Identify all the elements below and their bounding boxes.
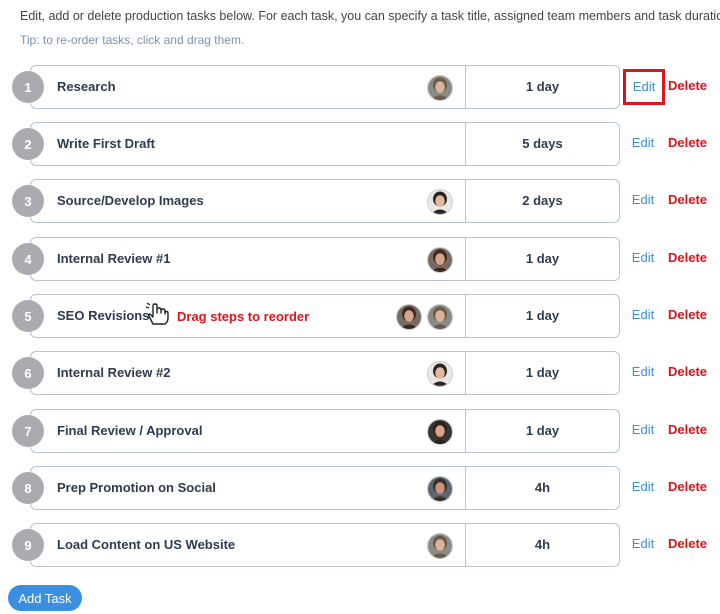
task-title: Write First Draft — [57, 136, 155, 151]
hand-pointer-icon — [145, 302, 171, 331]
task-duration: 1 day — [525, 251, 560, 266]
assignee-avatars — [427, 476, 453, 502]
task-title: Final Review / Approval — [57, 423, 203, 438]
step-number: 9 — [12, 529, 44, 561]
edit-button[interactable]: Edit — [624, 122, 662, 164]
delete-button[interactable]: Delete — [668, 65, 707, 107]
task-title: Research — [57, 79, 116, 94]
step-number: 5 — [12, 300, 44, 332]
edit-button[interactable]: Edit — [624, 179, 662, 221]
task-card[interactable]: Prep Promotion on Social 4h — [30, 466, 620, 510]
delete-button[interactable]: Delete — [668, 351, 707, 393]
assignee-avatars — [427, 533, 453, 559]
delete-button[interactable]: Delete — [668, 466, 707, 508]
task-row[interactable]: 7 Final Review / Approval 1 day Edit Del… — [12, 409, 712, 453]
avatar — [427, 476, 453, 502]
delete-button[interactable]: Delete — [668, 523, 707, 565]
task-duration: 5 days — [522, 136, 563, 151]
add-task-button[interactable]: Add Task — [8, 585, 82, 611]
tip-text: Tip: to re-order tasks, click and drag t… — [20, 33, 245, 47]
task-row[interactable]: 5 SEO Revisions 1 day Edit Delete — [12, 294, 712, 338]
assignee-avatars — [427, 189, 453, 215]
task-card[interactable]: SEO Revisions 1 day — [30, 294, 620, 338]
assignee-avatars — [396, 304, 453, 330]
edit-button[interactable]: Edit — [624, 294, 662, 336]
task-title: Load Content on US Website — [57, 537, 236, 552]
assignee-avatars — [427, 247, 453, 273]
drag-hint: Drag steps to reorder — [145, 302, 309, 331]
task-duration: 4h — [534, 480, 551, 495]
task-card[interactable]: Final Review / Approval 1 day — [30, 409, 620, 453]
assignee-avatars — [427, 361, 453, 387]
step-number: 1 — [12, 71, 44, 103]
task-duration: 1 day — [525, 365, 560, 380]
avatar — [427, 189, 453, 215]
delete-button[interactable]: Delete — [668, 179, 707, 221]
task-title: Source/Develop Images — [57, 193, 204, 208]
delete-button[interactable]: Delete — [668, 294, 707, 336]
avatar — [427, 533, 453, 559]
task-card[interactable]: Research 1 day — [30, 65, 620, 109]
task-row[interactable]: 8 Prep Promotion on Social 4h Edit Delet… — [12, 466, 712, 510]
task-title: SEO Revisions — [57, 308, 150, 323]
task-card[interactable]: Load Content on US Website 4h — [30, 523, 620, 567]
avatar — [427, 304, 453, 330]
task-title: Prep Promotion on Social — [57, 480, 216, 495]
task-row[interactable]: 3 Source/Develop Images 2 days Edit Dele… — [12, 179, 712, 223]
assignee-avatars — [427, 75, 453, 101]
avatar — [427, 419, 453, 445]
task-duration: 1 day — [525, 79, 560, 94]
task-row[interactable]: 4 Internal Review #1 1 day Edit Delete — [12, 237, 712, 281]
delete-button[interactable]: Delete — [668, 122, 707, 164]
task-duration: 2 days — [522, 193, 563, 208]
delete-button[interactable]: Delete — [668, 409, 707, 451]
task-card[interactable]: Internal Review #1 1 day — [30, 237, 620, 281]
avatar — [427, 247, 453, 273]
step-number: 4 — [12, 243, 44, 275]
edit-button[interactable]: Edit — [623, 69, 665, 105]
assignee-avatars — [427, 419, 453, 445]
avatar — [427, 361, 453, 387]
task-card[interactable]: Write First Draft 5 days — [30, 122, 620, 166]
task-title: Internal Review #1 — [57, 251, 171, 266]
edit-button[interactable]: Edit — [624, 523, 662, 565]
step-number: 8 — [12, 472, 44, 504]
task-row[interactable]: 6 Internal Review #2 1 day Edit Delete — [12, 351, 712, 395]
edit-button[interactable]: Edit — [624, 466, 662, 508]
task-row[interactable]: 2 Write First Draft 5 days Edit Delete — [12, 122, 712, 166]
drag-hint-text: Drag steps to reorder — [177, 309, 310, 324]
task-card[interactable]: Source/Develop Images 2 days — [30, 179, 620, 223]
task-row[interactable]: 1 Research 1 day Edit Delete — [12, 65, 712, 109]
task-duration: 1 day — [525, 308, 560, 323]
task-row[interactable]: 9 Load Content on US Website 4h Edit Del… — [12, 523, 712, 567]
avatar — [427, 75, 453, 101]
avatar — [396, 304, 422, 330]
edit-button[interactable]: Edit — [624, 237, 662, 279]
task-duration: 4h — [534, 537, 551, 552]
step-number: 2 — [12, 128, 44, 160]
edit-button[interactable]: Edit — [624, 351, 662, 393]
delete-button[interactable]: Delete — [668, 237, 707, 279]
step-number: 3 — [12, 185, 44, 217]
task-title: Internal Review #2 — [57, 365, 171, 380]
intro-text: Edit, add or delete production tasks bel… — [20, 9, 720, 23]
step-number: 7 — [12, 415, 44, 447]
step-number: 6 — [12, 357, 44, 389]
task-duration: 1 day — [525, 423, 560, 438]
task-card[interactable]: Internal Review #2 1 day — [30, 351, 620, 395]
edit-button[interactable]: Edit — [624, 409, 662, 451]
